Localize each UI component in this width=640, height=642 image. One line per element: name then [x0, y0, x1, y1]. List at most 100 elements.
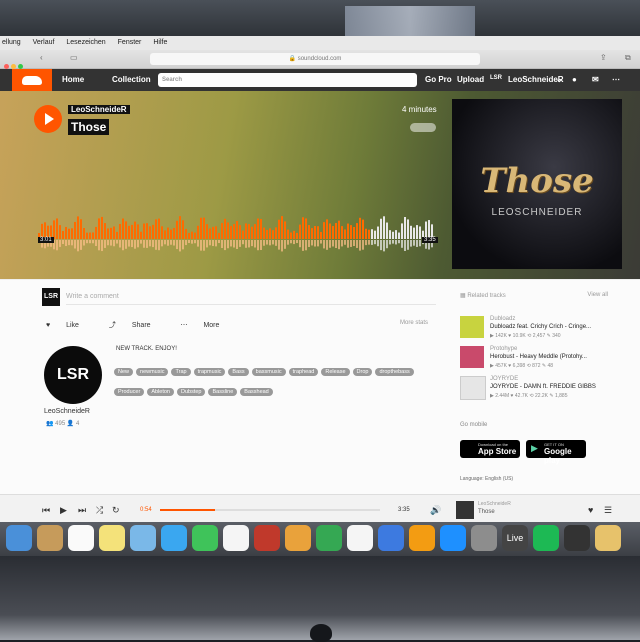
- ibooks-icon[interactable]: [409, 525, 435, 551]
- folder-icon[interactable]: [595, 525, 621, 551]
- notes-icon[interactable]: [99, 525, 125, 551]
- share-icon[interactable]: ⇪: [600, 53, 607, 62]
- nav-collection[interactable]: Collection: [112, 75, 151, 84]
- nav-home[interactable]: Home: [62, 75, 84, 84]
- settings-icon[interactable]: [471, 525, 497, 551]
- calendar-icon[interactable]: [68, 525, 94, 551]
- back-icon[interactable]: ‹: [40, 53, 43, 62]
- pages-icon[interactable]: [285, 525, 311, 551]
- repeat-icon[interactable]: ↻: [112, 505, 120, 516]
- track-thumbnail[interactable]: [460, 316, 484, 338]
- tag-pill[interactable]: Producer: [114, 388, 145, 396]
- comment-input[interactable]: Write a comment: [66, 290, 436, 305]
- tag-pill[interactable]: Bassline: [208, 388, 238, 396]
- hashtag-pill[interactable]: [410, 123, 436, 132]
- profile-name[interactable]: LeoSchneideR: [44, 408, 90, 415]
- track-artist[interactable]: LeoSchneideR: [68, 105, 130, 114]
- share-button[interactable]: ⤴ Share: [109, 322, 165, 329]
- s-icon[interactable]: [564, 525, 590, 551]
- itunes-icon[interactable]: [347, 525, 373, 551]
- numbers-icon[interactable]: [316, 525, 342, 551]
- related-track[interactable]: Dubloadz Dubloadz feat. Crichy Crich - C…: [460, 316, 610, 340]
- queue-icon[interactable]: ☰: [604, 505, 612, 516]
- language-link[interactable]: Language: English (US): [460, 476, 513, 482]
- related-title[interactable]: Dubloadz feat. Crichy Crich - Cringe...: [490, 324, 591, 330]
- tag-pill[interactable]: Dubstep: [176, 388, 206, 396]
- menu-item[interactable]: Lesezeichen: [66, 39, 105, 46]
- related-artist[interactable]: Protohype: [490, 346, 517, 352]
- soundcloud-logo[interactable]: [12, 69, 52, 91]
- waveform[interactable]: [38, 209, 434, 261]
- google-play-badge[interactable]: ▶ GET IT ON Google play: [526, 440, 586, 465]
- notifications-icon[interactable]: ●: [572, 75, 577, 84]
- live-icon[interactable]: Live: [502, 525, 528, 551]
- play-icon[interactable]: ▶: [60, 505, 67, 516]
- messages-icon[interactable]: [161, 525, 187, 551]
- contacts-icon[interactable]: [37, 525, 63, 551]
- related-title[interactable]: JOYRYDE - DAMN ft. FREDDIE GIBBS: [490, 384, 596, 390]
- tag-pill[interactable]: Trap: [171, 368, 191, 376]
- related-artist[interactable]: Dubloadz: [490, 316, 515, 322]
- tag-pill[interactable]: Release: [321, 368, 350, 376]
- play-button[interactable]: [34, 105, 62, 133]
- like-button[interactable]: ♥ Like: [46, 322, 93, 329]
- related-title[interactable]: Herobust - Heavy Meddle (Protohy...: [490, 354, 587, 360]
- heart-icon[interactable]: ♥: [588, 505, 593, 515]
- more-button[interactable]: ⋯ More: [181, 322, 234, 329]
- chevron-down-icon[interactable]: ⌄: [556, 75, 563, 84]
- appstore-icon[interactable]: [440, 525, 466, 551]
- volume-icon[interactable]: 🔊: [430, 505, 441, 516]
- preview-icon[interactable]: [130, 525, 156, 551]
- player-progress[interactable]: [160, 509, 380, 511]
- player-thumbnail[interactable]: [456, 501, 474, 519]
- skip-forward-icon[interactable]: ⏭: [78, 505, 86, 516]
- tag-pill[interactable]: trapmusic: [193, 368, 226, 376]
- address-bar[interactable]: 🔒 soundcloud.com: [150, 53, 480, 65]
- menu-item[interactable]: ellung: [2, 39, 21, 46]
- photos-icon[interactable]: [223, 525, 249, 551]
- profile-avatar[interactable]: LSR: [44, 346, 102, 404]
- tag-pill[interactable]: bassmusic: [251, 368, 286, 376]
- track-thumbnail[interactable]: [460, 346, 484, 368]
- tag-pill[interactable]: New: [114, 368, 134, 376]
- facetime-icon[interactable]: [192, 525, 218, 551]
- more-stats-link[interactable]: More stats: [400, 320, 428, 326]
- photobooth-icon[interactable]: [254, 525, 280, 551]
- player-artist[interactable]: LeoSchneideR: [478, 501, 511, 507]
- tabs-icon[interactable]: ⧉: [625, 53, 631, 63]
- related-artist[interactable]: JOYRYDE: [490, 376, 518, 382]
- menu-item[interactable]: Fenster: [118, 39, 142, 46]
- followers-count[interactable]: 495: [55, 421, 65, 427]
- tag-pill[interactable]: dropthebass: [375, 368, 414, 376]
- search-input[interactable]: Search: [158, 73, 417, 87]
- following-count[interactable]: 4: [76, 421, 79, 427]
- menu-item[interactable]: Verlauf: [33, 39, 55, 46]
- waveform-bar: [62, 231, 64, 239]
- user-avatar-small[interactable]: LSR: [490, 75, 502, 81]
- messages-icon[interactable]: ✉: [592, 75, 599, 84]
- sidebar-icon[interactable]: ▭: [70, 53, 78, 62]
- tag-pill[interactable]: traphead: [288, 368, 319, 376]
- keynote-icon[interactable]: [378, 525, 404, 551]
- tag-pill[interactable]: Ableton: [147, 388, 174, 396]
- upload-link[interactable]: Upload: [457, 75, 484, 84]
- tag-pill[interactable]: Drop: [352, 368, 373, 376]
- related-track[interactable]: Protohype Herobust - Heavy Meddle (Proto…: [460, 346, 610, 370]
- more-icon[interactable]: ⋯: [612, 75, 620, 84]
- shuffle-icon[interactable]: ⤮: [96, 505, 103, 516]
- tag-pill[interactable]: Basshead: [240, 388, 273, 396]
- app-store-badge[interactable]: Download on the App Store: [460, 440, 520, 458]
- player-title[interactable]: Those: [478, 509, 495, 515]
- track-thumbnail[interactable]: [460, 376, 486, 400]
- waveform-bar: [209, 228, 211, 239]
- menu-item[interactable]: Hilfe: [153, 39, 167, 46]
- related-track[interactable]: JOYRYDE JOYRYDE - DAMN ft. FREDDIE GIBBS…: [460, 376, 610, 400]
- go-pro-link[interactable]: Go Pro: [425, 75, 452, 84]
- tag-pill[interactable]: Bass: [228, 368, 249, 376]
- tag-pill[interactable]: newmusic: [136, 368, 169, 376]
- spotify-icon[interactable]: [533, 525, 559, 551]
- view-all-link[interactable]: View all: [587, 292, 608, 298]
- waveform-reflection: [335, 240, 337, 248]
- skip-back-icon[interactable]: ⏮: [42, 505, 50, 516]
- finder-icon[interactable]: [6, 525, 32, 551]
